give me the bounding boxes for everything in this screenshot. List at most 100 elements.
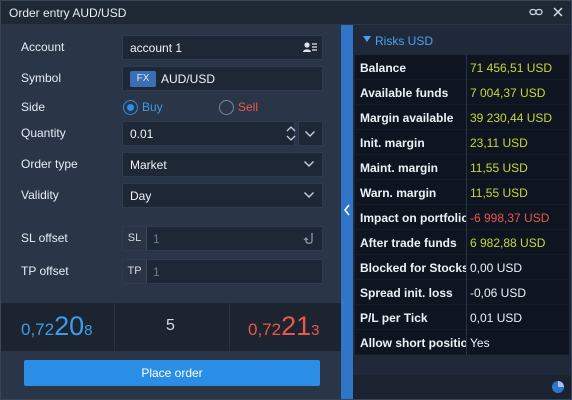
risks-title: Risks USD xyxy=(375,34,434,48)
quantity-dropdown-button[interactable] xyxy=(298,121,323,146)
sell-label[interactable]: Sell xyxy=(238,100,258,114)
order-type-row: Order type Market xyxy=(1,152,341,178)
sell-radio[interactable] xyxy=(219,100,234,115)
ask-price: 0,72213 xyxy=(248,311,319,342)
risk-key: Init. margin xyxy=(360,136,425,150)
sl-prefix: SL xyxy=(123,227,147,250)
title-bar: Order entry AUD/USD xyxy=(1,1,571,25)
risk-key: Margin available xyxy=(360,111,454,125)
ask-price-small: 0,72 xyxy=(248,320,282,339)
sl-toggle-icon[interactable] xyxy=(303,231,317,247)
order-type-select[interactable]: Market xyxy=(122,152,323,177)
chevron-down-icon xyxy=(304,128,316,140)
risk-row: Init. margin 23,11 USD xyxy=(355,130,569,155)
risk-value: 71 456,51 USD xyxy=(470,61,553,75)
account-row: Account account 1 xyxy=(1,35,341,61)
risk-row: Spread init. loss -0,06 USD xyxy=(355,280,569,305)
risk-row: Blocked for Stocks 0,00 USD xyxy=(355,255,569,280)
risk-row: Margin available 39 230,44 USD xyxy=(355,105,569,130)
order-type-label: Order type xyxy=(21,157,78,171)
risk-row: Allow short position Yes xyxy=(355,330,569,355)
risk-row: Impact on portfolio -6 998,37 USD xyxy=(355,205,569,230)
price-divider xyxy=(114,303,115,351)
risk-column-divider xyxy=(466,205,467,230)
risk-row: Warn. margin 11,55 USD xyxy=(355,180,569,205)
buy-radio[interactable] xyxy=(123,100,138,115)
bid-price-small: 0,72 xyxy=(21,320,55,339)
risks-panel: Risks USD Balance 71 456,51 USD Available … xyxy=(353,25,571,399)
order-entry-window: Order entry AUD/USD Account account 1 Sy… xyxy=(0,0,572,400)
sl-offset-row: SL offset SL 1 xyxy=(1,226,341,252)
window-title: Order entry AUD/USD xyxy=(9,6,127,20)
chevron-down-icon xyxy=(303,189,315,201)
account-list-icon[interactable] xyxy=(302,40,318,56)
ask-price-tiny: 3 xyxy=(311,322,320,339)
risk-column-divider xyxy=(466,155,467,180)
validity-select[interactable]: Day xyxy=(122,183,323,208)
risk-value: 11,55 USD xyxy=(470,186,528,200)
risk-key: After trade funds xyxy=(360,236,457,250)
risk-column-divider xyxy=(466,55,467,80)
risk-key: Maint. margin xyxy=(360,161,439,175)
symbol-row: Symbol FX AUD/USD xyxy=(1,66,341,92)
risk-column-divider xyxy=(466,255,467,280)
risk-column-divider xyxy=(466,130,467,155)
buy-label[interactable]: Buy xyxy=(142,100,163,114)
tp-offset-placeholder: 1 xyxy=(153,265,160,279)
risk-key: Blocked for Stocks xyxy=(360,261,466,275)
quantity-input[interactable]: 0.01 xyxy=(122,121,295,146)
bid-price-tiny: 8 xyxy=(84,322,93,339)
risk-value: 0,01 USD xyxy=(470,311,523,325)
sl-offset-input[interactable]: SL 1 xyxy=(122,226,323,251)
risk-value: -0,06 USD xyxy=(470,286,527,300)
price-strip: 0,72208 5 0,72213 xyxy=(1,303,341,351)
symbol-field[interactable]: FX AUD/USD xyxy=(122,66,323,91)
risks-table: Balance 71 456,51 USD Available funds 7 004… xyxy=(355,55,569,355)
tp-offset-label: TP offset xyxy=(21,264,69,278)
tp-offset-input[interactable]: TP 1 xyxy=(122,259,323,284)
risk-value: 23,11 USD xyxy=(470,136,528,150)
risk-value: Yes xyxy=(470,336,490,350)
risk-value: 11,55 USD xyxy=(470,161,528,175)
chevron-down-icon xyxy=(303,158,315,170)
caret-down-icon xyxy=(363,36,371,42)
side-row: Side Buy Sell xyxy=(1,95,341,121)
tp-prefix: TP xyxy=(123,260,147,283)
risk-column-divider xyxy=(466,180,467,205)
chevron-left-icon[interactable] xyxy=(342,203,352,217)
order-type-value: Market xyxy=(130,158,167,172)
risks-header[interactable]: Risks USD xyxy=(353,25,571,55)
close-icon[interactable] xyxy=(551,5,565,19)
quantity-row: Quantity 0.01 xyxy=(1,121,341,147)
risk-key: Warn. margin xyxy=(360,186,437,200)
side-label: Side xyxy=(21,100,46,114)
bid-price-big: 20 xyxy=(54,311,85,341)
validity-row: Validity Day xyxy=(1,183,341,209)
account-value: account 1 xyxy=(130,41,183,55)
risk-key: P/L per Tick xyxy=(360,311,428,325)
ask-price-button[interactable]: 0,72213 xyxy=(230,303,341,351)
risk-value: 6 982,88 USD xyxy=(470,236,546,250)
link-icon[interactable] xyxy=(529,5,543,19)
account-label: Account xyxy=(21,40,65,54)
risk-row: Balance 71 456,51 USD xyxy=(355,55,569,80)
symbol-label: Symbol xyxy=(21,71,62,85)
fx-badge: FX xyxy=(130,71,156,87)
quantity-stepper[interactable] xyxy=(284,121,298,146)
risk-key: Allow short position xyxy=(360,336,466,350)
sl-offset-placeholder: 1 xyxy=(153,232,160,246)
bid-price-button[interactable]: 0,72208 xyxy=(1,303,114,351)
risk-column-divider xyxy=(466,105,467,130)
risk-column-divider xyxy=(466,305,467,330)
pie-chart-icon[interactable] xyxy=(551,380,565,394)
validity-value: Day xyxy=(130,189,152,203)
account-select[interactable]: account 1 xyxy=(122,35,323,60)
collapse-panel-bar[interactable] xyxy=(341,25,353,399)
place-order-button[interactable]: Place order xyxy=(24,360,320,386)
risk-column-divider xyxy=(466,280,467,305)
risk-key: Spread init. loss xyxy=(360,286,453,300)
risk-key: Available funds xyxy=(360,86,449,100)
sl-offset-label: SL offset xyxy=(21,231,68,245)
ask-price-big: 21 xyxy=(281,311,312,341)
quantity-value: 0.01 xyxy=(130,127,154,141)
